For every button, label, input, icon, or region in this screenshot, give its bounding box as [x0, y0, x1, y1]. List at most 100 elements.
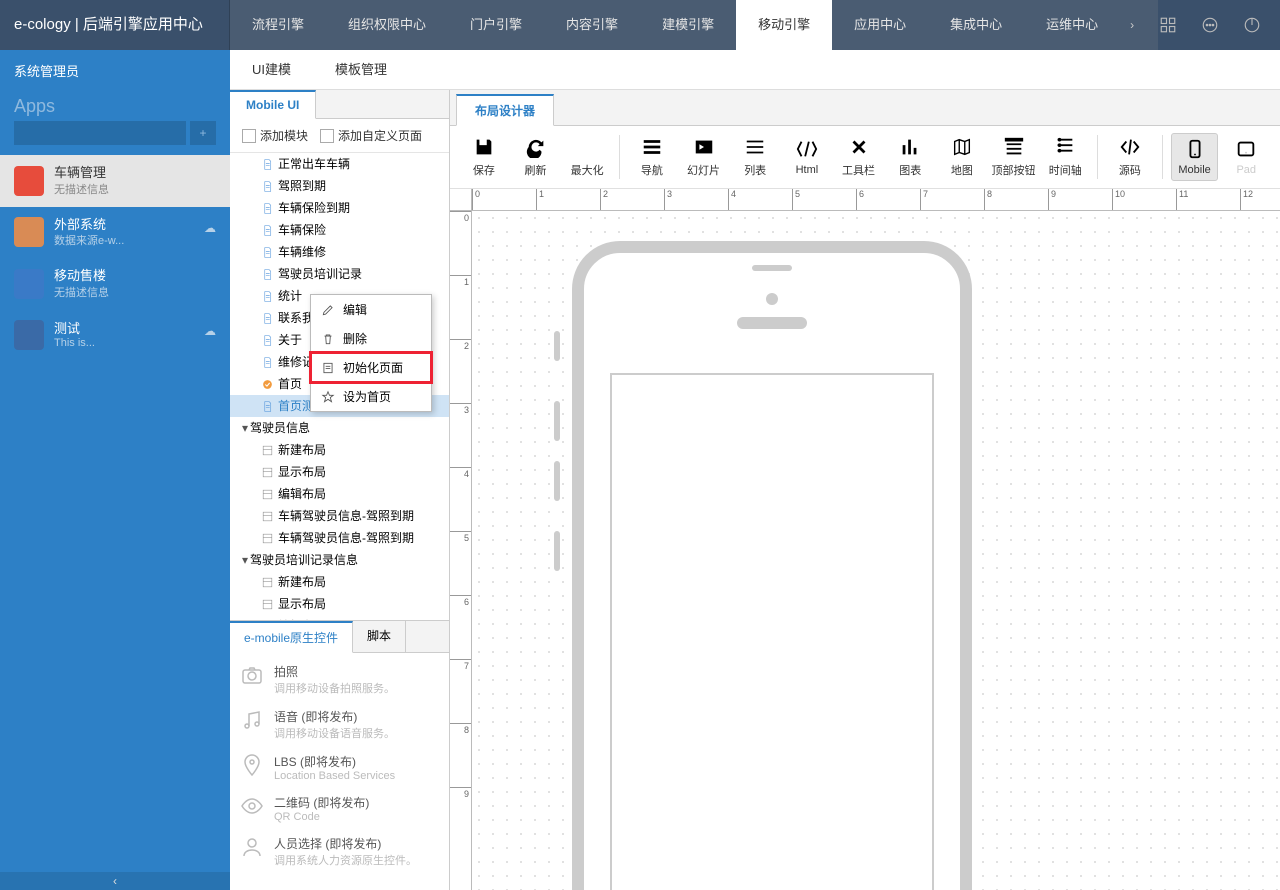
- layout-icon: [260, 465, 274, 479]
- tree-folder[interactable]: ▾驾驶员信息: [230, 417, 449, 439]
- palette-desc: 调用移动设备语音服务。: [274, 725, 395, 741]
- subnav-item[interactable]: UI建模: [230, 50, 313, 90]
- tree-label: 编辑布局: [278, 617, 326, 621]
- tree-page[interactable]: 车辆保险到期: [230, 197, 449, 219]
- tool-nav[interactable]: 导航: [628, 132, 676, 182]
- add-custom-page-button[interactable]: 添加自定义页面: [314, 125, 428, 146]
- app-list: 车辆管理无描述信息 外部系统数据来源e-w... ☁ 移动售楼无描述信息 测试T…: [0, 155, 230, 360]
- topnav-item[interactable]: 内容引擎: [544, 0, 640, 50]
- sub-bar: 系统管理员 UI建模模板管理: [0, 50, 1280, 90]
- tree-folder[interactable]: ▾驾驶员培训记录信息: [230, 549, 449, 571]
- layout-icon: [260, 509, 274, 523]
- tool-label: 图表: [899, 162, 921, 178]
- tree-label: 新建布局: [278, 573, 326, 591]
- tool-tools[interactable]: 工具栏: [835, 132, 883, 182]
- page-icon: [260, 267, 274, 281]
- palette-item[interactable]: 拍照调用移动设备拍照服务。: [240, 663, 439, 696]
- tree-label: 正常出车车辆: [278, 155, 350, 173]
- tool-timeline[interactable]: 时间轴: [1041, 132, 1089, 182]
- topnav-item[interactable]: 运维中心: [1024, 0, 1120, 50]
- topnav-item[interactable]: 应用中心: [832, 0, 928, 50]
- tree-page[interactable]: 驾驶员培训记录: [230, 263, 449, 285]
- tree-page[interactable]: 车辆维修: [230, 241, 449, 263]
- tool-slide[interactable]: 幻灯片: [680, 132, 728, 182]
- tree-layout[interactable]: 编辑布局: [230, 615, 449, 621]
- middle-panel: Mobile UI 添加模块 添加自定义页面 正常出车车辆驾照到期车辆保险到期车…: [230, 90, 450, 890]
- tree-layout[interactable]: 车辆驾驶员信息-驾照到期: [230, 527, 449, 549]
- tree-page[interactable]: 正常出车车辆: [230, 153, 449, 175]
- tab-script[interactable]: 脚本: [353, 621, 406, 652]
- apps-add-button[interactable]: +: [190, 121, 216, 145]
- grid-icon[interactable]: [1158, 15, 1178, 35]
- tab-native-controls[interactable]: e-mobile原生控件: [230, 621, 353, 653]
- tool-mobile[interactable]: Mobile: [1171, 133, 1219, 181]
- tool-topbtn[interactable]: 顶部按钮: [990, 132, 1038, 182]
- tree-expand-icon[interactable]: ▾: [240, 419, 250, 437]
- more-icon[interactable]: [1200, 15, 1220, 35]
- tree-layout[interactable]: 车辆驾驶员信息-驾照到期: [230, 505, 449, 527]
- tool-html[interactable]: Html: [783, 134, 831, 180]
- tool-label: 最大化: [571, 162, 604, 178]
- tree-layout[interactable]: 编辑布局: [230, 483, 449, 505]
- palette-item[interactable]: 人员选择 (即将发布)调用系统人力资源原生控件。: [240, 835, 439, 868]
- design-canvas[interactable]: [472, 211, 1280, 890]
- tool-list[interactable]: 列表: [731, 132, 779, 182]
- app-item[interactable]: 外部系统数据来源e-w... ☁: [0, 207, 230, 259]
- power-icon[interactable]: [1242, 15, 1262, 35]
- music-icon: [240, 708, 264, 732]
- phone-screen[interactable]: [610, 373, 934, 890]
- tree-layout[interactable]: 显示布局: [230, 461, 449, 483]
- palette-item[interactable]: LBS (即将发布)Location Based Services: [240, 753, 439, 782]
- user-icon: [240, 835, 264, 859]
- tree-layout[interactable]: 显示布局: [230, 593, 449, 615]
- designer-toolbar: 保存刷新最大化 导航幻灯片列表Html工具栏图表 地图顶部按钮时间轴源码 Mobile…: [450, 126, 1280, 189]
- tool-chart[interactable]: 图表: [886, 132, 934, 182]
- tool-map[interactable]: 地图: [938, 132, 986, 182]
- tree-layout[interactable]: 新建布局: [230, 571, 449, 593]
- tab-layout-designer[interactable]: 布局设计器: [456, 94, 554, 126]
- tool-pad: Pad: [1222, 134, 1270, 180]
- palette-desc: QR Code: [274, 811, 369, 823]
- ctx-init-page[interactable]: 初始化页面: [311, 353, 431, 382]
- palette-item[interactable]: 语音 (即将发布)调用移动设备语音服务。: [240, 708, 439, 741]
- topnav-item[interactable]: 移动引擎: [736, 0, 832, 50]
- topnav-more-icon[interactable]: ›: [1120, 18, 1144, 32]
- app-item[interactable]: 车辆管理无描述信息: [0, 155, 230, 207]
- topnav-item[interactable]: 流程引擎: [230, 0, 326, 50]
- app-item[interactable]: 移动售楼无描述信息: [0, 258, 230, 310]
- topnav-item[interactable]: 组织权限中心: [326, 0, 448, 50]
- phone-side-button: [554, 461, 560, 501]
- apps-search-input[interactable]: [14, 121, 186, 145]
- layout-icon: [260, 597, 274, 611]
- topnav-item[interactable]: 建模引擎: [640, 0, 736, 50]
- tree-expand-icon[interactable]: ▾: [240, 551, 250, 569]
- palette-desc: 调用系统人力资源原生控件。: [274, 852, 417, 868]
- app-item[interactable]: 测试This is... ☁: [0, 310, 230, 360]
- tool-refresh[interactable]: 刷新: [512, 132, 560, 182]
- brand-title: e-cology | 后端引擎应用中心: [0, 0, 230, 50]
- ctx-delete[interactable]: 删除: [311, 324, 431, 353]
- layout-icon: [260, 531, 274, 545]
- tree-label: 车辆维修: [278, 243, 326, 261]
- sub-nav: UI建模模板管理: [230, 50, 1280, 90]
- ruler-corner: [450, 189, 472, 211]
- page-icon: [260, 223, 274, 237]
- subnav-item[interactable]: 模板管理: [313, 50, 409, 90]
- tree-page[interactable]: 驾照到期: [230, 175, 449, 197]
- tab-mobile-ui[interactable]: Mobile UI: [230, 90, 316, 119]
- phone-slot: [752, 265, 792, 271]
- sidebar-collapse-button[interactable]: ‹: [0, 872, 230, 890]
- palette-item[interactable]: 二维码 (即将发布)QR Code: [240, 794, 439, 823]
- camera-icon: [240, 663, 264, 687]
- ctx-edit[interactable]: 编辑: [311, 295, 431, 324]
- tree-label: 关于: [278, 331, 302, 349]
- add-module-button[interactable]: 添加模块: [236, 125, 314, 146]
- ctx-set-home[interactable]: 设为首页: [311, 382, 431, 411]
- tree-layout[interactable]: 新建布局: [230, 439, 449, 461]
- tool-max[interactable]: 最大化: [563, 132, 611, 182]
- tool-save[interactable]: 保存: [460, 132, 508, 182]
- topnav-item[interactable]: 门户引擎: [448, 0, 544, 50]
- tool-code[interactable]: 源码: [1106, 132, 1154, 182]
- topnav-item[interactable]: 集成中心: [928, 0, 1024, 50]
- tree-page[interactable]: 车辆保险: [230, 219, 449, 241]
